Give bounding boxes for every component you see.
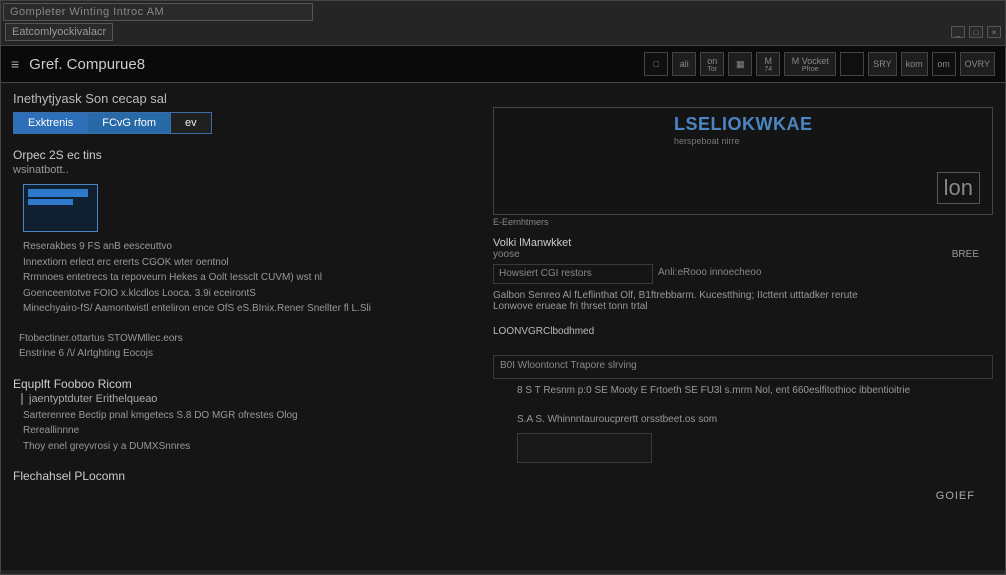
toolbar-item-8[interactable]: kom [901, 52, 928, 76]
minimize-button[interactable]: _ [951, 26, 965, 38]
item1-line3: Thoy enel greyvrosi y a DUMXSnnres [23, 440, 473, 454]
item1-line2: Rereallinnne [23, 424, 473, 438]
close-button[interactable]: × [987, 26, 1001, 38]
input-caption: S.A S. Whinnntauroucprertt orsstbeet.os … [517, 414, 993, 425]
description-2: 8 S T Resnm p:0 SE Mooty E Frtoeth SE FU… [517, 385, 993, 396]
toolbar-item-7[interactable]: SRY [868, 52, 896, 76]
go-button[interactable]: GOIEF [936, 490, 975, 502]
item1-line1: Sarterenree Bectip pnal kmgetecs S.8 DO … [23, 409, 473, 423]
app-window: Gompleter Winting Introc AM Eatcomlyocki… [0, 0, 1006, 575]
preview-title: LSELIOKWKAE [674, 114, 813, 135]
tab-1[interactable]: FCvG rfom [88, 112, 171, 134]
titlebar-path: Eatcomlyockivalacr [5, 23, 113, 41]
tab-row: Exktrenis FCvG rfom ev [13, 112, 473, 134]
thumbnail[interactable] [23, 184, 98, 232]
toolbar-item-4[interactable]: M74 [756, 52, 780, 76]
app-title: Gref. Compurue8 [29, 56, 145, 73]
toolbar-item-2[interactable]: onTor [700, 52, 724, 76]
description-1: Galbon Senreo Al fLeflinthat Olf, B1ftre… [493, 290, 993, 301]
row1: Howsiert CGI restors Anli:eRooo innoeche… [493, 264, 993, 284]
field2-label: B0I Wloontonct Trapore slrving [500, 360, 637, 371]
window-controls: _ □ × [951, 26, 1001, 38]
preview-logo: lon [937, 172, 980, 204]
preview-panel: LSELIOKWKAE herspeboat nirre lon [493, 107, 993, 215]
field1-value: yoose [493, 249, 993, 260]
left-column: Inethytjyask Son cecap sal Exktrenis FCv… [13, 91, 483, 570]
tab-2[interactable]: ev [171, 112, 212, 134]
toolbar: □ ali onTor ▦ M74 M VocketPfroe SRY kom … [644, 52, 995, 76]
toolbar-item-3[interactable]: ▦ [728, 52, 752, 76]
toolbar-item-9[interactable]: om [932, 52, 956, 76]
item1-sub: jaentyptduter Erithelqueao [21, 393, 473, 405]
bree-button[interactable]: BREE [952, 249, 979, 260]
titlebar-secondary: Eatcomlyockivalacr _ □ × [1, 23, 1005, 41]
thumbnail-bar-icon [28, 189, 88, 197]
page-title: Inethytjyask Son cecap sal [13, 91, 473, 106]
section1-title: Orpec 2S ec tins [13, 148, 473, 162]
link-1[interactable]: Enstrine 6 /\/ AIrtghting Eocojs [19, 347, 473, 361]
field2-panel: B0I Wloontonct Trapore slrving [493, 355, 993, 379]
link-loonv[interactable]: LOONVGRClbodhmed [493, 326, 993, 337]
item1-head: Equplft Fooboo Ricom [13, 377, 473, 391]
toolbar-item-5[interactable]: M VocketPfroe [784, 52, 836, 76]
desc-line-2: Rrmnoes entetrecs ta repoveurn Hekes a O… [23, 271, 473, 285]
desc-line-1: Innextiorn erlect erc ererts CGOK wter o… [23, 256, 473, 270]
main-area: Inethytjyask Son cecap sal Exktrenis FCv… [1, 83, 1005, 570]
text-input[interactable] [517, 433, 652, 463]
row1-left[interactable]: Howsiert CGI restors [493, 264, 653, 284]
maximize-button[interactable]: □ [969, 26, 983, 38]
item2-head: Flechahsel PLocomn [13, 469, 473, 483]
app-header: ≡ Gref. Compurue8 □ ali onTor ▦ M74 M Vo… [1, 45, 1005, 83]
thumbnail-bar2-icon [28, 199, 73, 205]
toolbar-item-10[interactable]: OVRY [960, 52, 995, 76]
link-0[interactable]: Ftobectiner.ottartus STOWMllec.eors [19, 332, 473, 346]
right-column: ↪ LSELIOKWKAE herspeboat nirre lon E-Eer… [483, 91, 993, 570]
description-1b: Lonwove erueae fri thrset tonn trtal [493, 301, 993, 312]
section1-subtitle: wsinatbott.. [13, 164, 473, 176]
desc-line-0: Reserakbes 9 FS anB eesceuttvo [23, 240, 473, 254]
toolbar-item-0[interactable]: □ [644, 52, 668, 76]
row1-right: Anli:eRooo innoecheoo [653, 264, 993, 284]
toolbar-item-1[interactable]: ali [672, 52, 696, 76]
field1-label: Volki lManwkket [493, 237, 993, 249]
tab-0[interactable]: Exktrenis [13, 112, 88, 134]
toolbar-item-6[interactable] [840, 52, 864, 76]
desc-line-4: Minechyairo-fS/ Aamontwistl enteliron en… [23, 302, 473, 316]
menu-icon[interactable]: ≡ [11, 56, 19, 72]
preview-subtitle: herspeboat nirre [674, 136, 740, 146]
preview-caption: E-Eernhtmers [493, 217, 993, 227]
titlebar-primary: Gompleter Winting Introc AM [3, 3, 313, 21]
desc-line-3: Goenceentotve FOIO x.klcdlos Looca. 3.9i… [23, 287, 473, 301]
